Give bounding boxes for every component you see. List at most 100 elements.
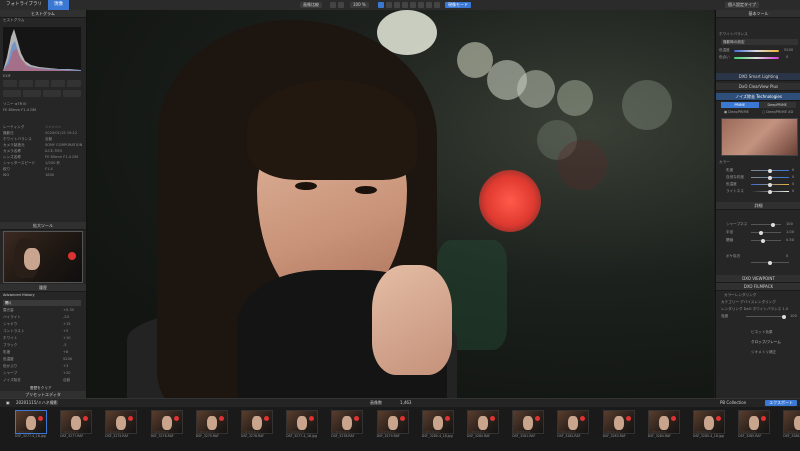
iso-button[interactable] bbox=[3, 80, 17, 87]
history-row[interactable]: シャープ +20 bbox=[3, 371, 81, 376]
viewpoint-header[interactable]: DXO VIEWPOINT bbox=[716, 275, 800, 283]
fit-icon[interactable] bbox=[338, 2, 344, 8]
history-row[interactable]: シャドウ +15 bbox=[3, 322, 81, 327]
eye-icon[interactable] bbox=[434, 2, 440, 8]
filmpack-intensity-slider[interactable] bbox=[746, 314, 786, 319]
zoom-select[interactable]: 100 % bbox=[350, 2, 369, 8]
aperture-button[interactable] bbox=[35, 80, 49, 87]
mask-icon[interactable] bbox=[426, 2, 432, 8]
camera-icon[interactable] bbox=[3, 90, 21, 97]
color-slider[interactable] bbox=[751, 182, 789, 187]
thumbnail-filename: DSF_3279.RAF bbox=[376, 434, 400, 438]
smart-lighting-header[interactable]: DXO Smart Lighting bbox=[716, 73, 800, 81]
filmstrip: ▣ 20201115/ミハネ撮影 画像数 1,463 PB Collection… bbox=[0, 398, 800, 451]
noise-reduction-header[interactable]: ノイズ除去 Technologies bbox=[716, 93, 800, 101]
lens-icon[interactable] bbox=[23, 90, 41, 97]
detail-row-label: 半径 bbox=[726, 230, 734, 234]
crop-frame-title[interactable]: クロップ/フレーム bbox=[751, 340, 781, 345]
history-row[interactable]: 露光量 +0.30 bbox=[3, 308, 81, 313]
histogram-panel-header[interactable]: ヒストグラム bbox=[0, 10, 86, 18]
bokeh-light bbox=[557, 80, 593, 116]
thumbnail-filename: DSF_3275.RAF bbox=[105, 434, 129, 438]
color-row-value: 0 bbox=[792, 189, 795, 193]
rotate-icon[interactable] bbox=[386, 2, 392, 8]
folder-icon: ▣ bbox=[6, 400, 10, 405]
crop-icon[interactable] bbox=[378, 2, 384, 8]
history-row-selected[interactable]: 開く bbox=[3, 300, 81, 306]
export-button[interactable]: エクスポート bbox=[765, 400, 797, 406]
detail-slider[interactable] bbox=[751, 238, 781, 243]
image-count: 1,463 bbox=[400, 400, 412, 405]
horizon-icon[interactable] bbox=[394, 2, 400, 8]
exif-icon-row bbox=[3, 90, 81, 97]
temperature-slider[interactable] bbox=[734, 50, 779, 52]
filmpack-row[interactable]: レンダリング DxO ホワイトバランス 1.0 bbox=[721, 307, 788, 312]
filmpack-header[interactable]: DXO FILMPACK bbox=[716, 283, 800, 291]
info-row: カメラ製造元 SONY CORPORATION bbox=[3, 143, 83, 147]
meter-icon[interactable] bbox=[63, 90, 81, 97]
camera-name: ソニー α7R III bbox=[3, 102, 27, 106]
local-adjust-icon[interactable] bbox=[418, 2, 424, 8]
detail-slider[interactable] bbox=[751, 260, 789, 265]
history-row[interactable]: 色かぶり +3 bbox=[3, 364, 81, 369]
photo-viewer[interactable] bbox=[87, 10, 714, 398]
compare-button[interactable]: 画像比較 bbox=[300, 2, 322, 8]
filmpack-row: 強度 bbox=[721, 314, 729, 318]
focal-button[interactable] bbox=[19, 80, 33, 87]
develop-mode-button[interactable]: 現像モード bbox=[445, 2, 471, 8]
history-row[interactable]: コントラスト +5 bbox=[3, 329, 81, 334]
thumbnail-bokeh bbox=[354, 416, 360, 421]
history-row[interactable]: ホワイト +10 bbox=[3, 336, 81, 341]
info-row: 絞り F1.4 bbox=[3, 167, 53, 171]
basic-tools-header[interactable]: 基本ツール bbox=[716, 10, 800, 18]
thumbnail-filename: DSF_3285-4_18.jpg bbox=[693, 434, 724, 438]
thumbnail-face bbox=[568, 416, 579, 430]
thumbnail-bokeh bbox=[625, 416, 631, 421]
vignette-title[interactable]: ビネット効果 bbox=[751, 330, 773, 335]
thumbnail-filename: DSF_3282.RAF bbox=[557, 434, 581, 438]
thumbnail-face bbox=[297, 416, 308, 430]
history-row[interactable]: ブラック -5 bbox=[3, 343, 81, 348]
flash-icon[interactable] bbox=[43, 90, 61, 97]
collection-label[interactable]: PB Collection bbox=[720, 400, 746, 405]
red-eye-icon[interactable] bbox=[402, 2, 408, 8]
clearview-header[interactable]: DxO ClearView Plus bbox=[716, 83, 800, 91]
tab-prime[interactable]: PRIME bbox=[721, 102, 759, 108]
wb-tint-value: 0 bbox=[786, 55, 789, 59]
history-row[interactable]: 彩度 +8 bbox=[3, 350, 81, 355]
deepprime-xd-option[interactable]: ○ DeepPRIME XD bbox=[762, 110, 793, 114]
color-slider[interactable] bbox=[751, 175, 789, 180]
history-row[interactable]: ハイライト -20 bbox=[3, 315, 81, 320]
history-panel-header[interactable]: 履歴 bbox=[0, 284, 86, 292]
repair-icon[interactable] bbox=[410, 2, 416, 8]
folder-path[interactable]: 20201115/ミハネ撮影 bbox=[16, 400, 58, 406]
geometry-title[interactable]: ジオメトリ補正 bbox=[751, 350, 776, 355]
detail-slider[interactable] bbox=[751, 230, 781, 235]
color-title: カラー bbox=[719, 160, 730, 164]
color-slider[interactable] bbox=[751, 168, 789, 173]
thumbnail-face bbox=[749, 416, 760, 430]
loupe-panel-header[interactable]: 拡大ツール bbox=[0, 222, 86, 230]
tab-develop[interactable]: 現像 bbox=[48, 0, 69, 10]
noise-preview-loupe[interactable] bbox=[721, 118, 798, 156]
thumbnail-filename: DSF_3277.RAF bbox=[60, 434, 84, 438]
tab-deepprime[interactable]: DeepPRIME bbox=[758, 102, 796, 108]
deepprime-option[interactable]: ● DeepPRIME bbox=[724, 110, 749, 114]
detail-slider[interactable] bbox=[751, 222, 781, 227]
filmpack-row[interactable]: カテゴリー デバイスレンダリング bbox=[721, 300, 776, 305]
detail-header[interactable]: 詳細 bbox=[716, 202, 800, 210]
wb-mode-select[interactable]: 撮影時の設定 bbox=[721, 39, 798, 45]
tab-photo-library[interactable]: フォトライブラリ bbox=[0, 0, 48, 10]
workspace-settings-button[interactable]: 個人設定タイプ bbox=[725, 2, 759, 8]
color-slider[interactable] bbox=[751, 189, 789, 194]
shutter-button[interactable] bbox=[51, 80, 65, 87]
lens-line: FE 85mm F1.4 GM bbox=[3, 108, 37, 112]
wb-tint-label: 色合い bbox=[719, 55, 730, 59]
ev-button[interactable] bbox=[67, 80, 81, 87]
hand-icon[interactable] bbox=[330, 2, 336, 8]
navigator-thumbnail[interactable] bbox=[3, 231, 83, 283]
tint-slider[interactable] bbox=[734, 57, 779, 59]
history-row[interactable]: ノイズ除去 自動 bbox=[3, 378, 81, 383]
thumbnail-bokeh bbox=[535, 416, 541, 421]
history-row[interactable]: 色温度 5200 bbox=[3, 357, 81, 362]
